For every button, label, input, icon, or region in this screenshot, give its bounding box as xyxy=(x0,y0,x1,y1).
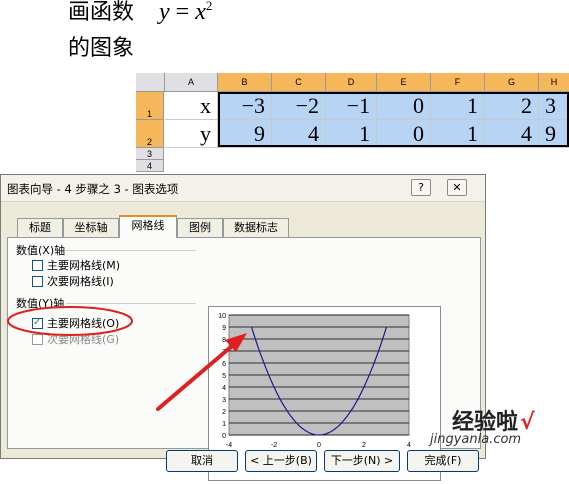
x-minor-gridlines-option[interactable]: 次要网格线(I) xyxy=(32,275,114,289)
x-major-label: 主要网格线(M) xyxy=(47,259,121,272)
x-major-checkbox[interactable] xyxy=(32,260,43,271)
x-tick-label: 2 xyxy=(362,442,366,449)
cell-c1[interactable]: −2 xyxy=(272,92,326,120)
column-header-d[interactable]: D xyxy=(326,73,377,92)
y-minor-checkbox[interactable] xyxy=(32,334,43,345)
formula-exp: 2 xyxy=(205,0,213,13)
formula-eq: = xyxy=(175,0,190,25)
y-tick-label: 8 xyxy=(222,337,226,344)
watermark-check: √ xyxy=(520,410,535,435)
y-tick-label: 6 xyxy=(222,361,226,368)
y-tick-label: 0 xyxy=(222,433,226,440)
cell-h2[interactable]: 9 xyxy=(539,120,569,148)
column-header-e[interactable]: E xyxy=(377,73,431,92)
tab-legend[interactable]: 图例 xyxy=(177,218,223,237)
cell-f2[interactable]: 1 xyxy=(431,120,485,148)
y-major-checkbox[interactable] xyxy=(32,316,43,330)
y-tick-label: 3 xyxy=(222,397,226,404)
tab-data-labels[interactable]: 数据标志 xyxy=(223,218,289,237)
x-minor-checkbox[interactable] xyxy=(32,276,43,287)
dialog-titlebar[interactable]: 图表向导 - 4 步骤之 3 - 图表选项 ? ✕ xyxy=(1,175,485,202)
y-tick-label: 5 xyxy=(222,373,226,380)
x-axis-group-label: 数值(X)轴 xyxy=(16,244,66,257)
x-tick-label: -4 xyxy=(226,442,232,449)
cancel-button[interactable]: 取消 xyxy=(166,450,238,472)
formula: y = x2 xyxy=(159,0,212,25)
cell-a1[interactable]: x xyxy=(165,92,218,120)
cell-g1[interactable]: 2 xyxy=(485,92,539,120)
gridlines-panel: 数值(X)轴 主要网格线(M) 次要网格线(I) 数值(Y)轴 主要网格线(O)… xyxy=(7,237,481,481)
y-major-gridlines-option[interactable]: 主要网格线(O) xyxy=(32,316,120,331)
cell-d1[interactable]: −1 xyxy=(326,92,377,120)
formula-base: x xyxy=(195,0,206,25)
formula-var: y xyxy=(159,0,170,25)
close-button[interactable]: ✕ xyxy=(447,179,467,196)
cell-b2[interactable]: 9 xyxy=(218,120,272,148)
heading-line-2: 的图象 xyxy=(68,36,135,61)
cell-a2[interactable]: y xyxy=(165,120,218,148)
y-tick-label: 10 xyxy=(218,313,226,320)
y-axis-group-divider xyxy=(66,303,196,304)
back-button[interactable]: < 上一步(B) xyxy=(245,450,317,472)
column-header-a[interactable]: A xyxy=(165,73,218,92)
help-button[interactable]: ? xyxy=(411,179,431,196)
y-tick-label: 9 xyxy=(222,325,226,332)
next-button[interactable]: 下一步(N) > xyxy=(324,450,400,472)
watermark-url: jingyanla.com xyxy=(430,432,522,447)
x-major-gridlines-option[interactable]: 主要网格线(M) xyxy=(32,259,120,273)
row-header-2[interactable]: 2 xyxy=(136,120,164,148)
x-axis-group-divider xyxy=(66,250,196,251)
x-tick-label: 0 xyxy=(317,442,321,449)
y-tick-label: 4 xyxy=(222,385,226,392)
heading-text: 画函数 xyxy=(68,0,135,25)
column-header-c[interactable]: C xyxy=(272,73,326,92)
x-minor-label: 次要网格线(I) xyxy=(47,275,114,288)
chart-wizard-dialog: 图表向导 - 4 步骤之 3 - 图表选项 ? ✕ 标题 坐标轴 网格线 图例 … xyxy=(0,174,486,481)
row-header-3[interactable]: 3 xyxy=(136,148,164,160)
tab-title[interactable]: 标题 xyxy=(17,218,63,237)
y-tick-label: 7 xyxy=(222,349,226,356)
cell-e1[interactable]: 0 xyxy=(377,92,431,120)
column-header-g[interactable]: G xyxy=(485,73,539,92)
finish-button[interactable]: 完成(F) xyxy=(407,450,479,472)
y-minor-gridlines-option[interactable]: 次要网格线(G) xyxy=(32,333,119,347)
x-tick-label: 4 xyxy=(407,442,411,449)
cell-c2[interactable]: 4 xyxy=(272,120,326,148)
cell-f1[interactable]: 1 xyxy=(431,92,485,120)
x-tick-label: -2 xyxy=(271,442,277,449)
column-header-b[interactable]: B xyxy=(218,73,272,92)
column-header-h[interactable]: H xyxy=(539,73,569,92)
cell-d2[interactable]: 1 xyxy=(326,120,377,148)
y-tick-label: 1 xyxy=(222,421,226,428)
y-minor-label: 次要网格线(G) xyxy=(47,333,120,346)
y-tick-label: 2 xyxy=(222,409,226,416)
row-header-1[interactable]: 1 xyxy=(136,92,164,120)
tab-gridlines[interactable]: 网格线 xyxy=(119,215,177,238)
row-header-4[interactable]: 4 xyxy=(136,160,164,172)
cell-g2[interactable]: 4 xyxy=(485,120,539,148)
cell-h1[interactable]: 3 xyxy=(539,92,569,120)
dialog-title: 图表向导 - 4 步骤之 3 - 图表选项 xyxy=(7,182,179,196)
y-major-label: 主要网格线(O) xyxy=(47,317,120,330)
tab-axes[interactable]: 坐标轴 xyxy=(63,218,119,237)
select-all-corner[interactable] xyxy=(136,73,165,92)
column-header-f[interactable]: F xyxy=(431,73,485,92)
cell-e2[interactable]: 0 xyxy=(377,120,431,148)
heading-line-1: 画函数 y = x2 xyxy=(68,0,212,26)
y-axis-group-label: 数值(Y)轴 xyxy=(16,297,65,310)
cell-b1[interactable]: −3 xyxy=(218,92,272,120)
